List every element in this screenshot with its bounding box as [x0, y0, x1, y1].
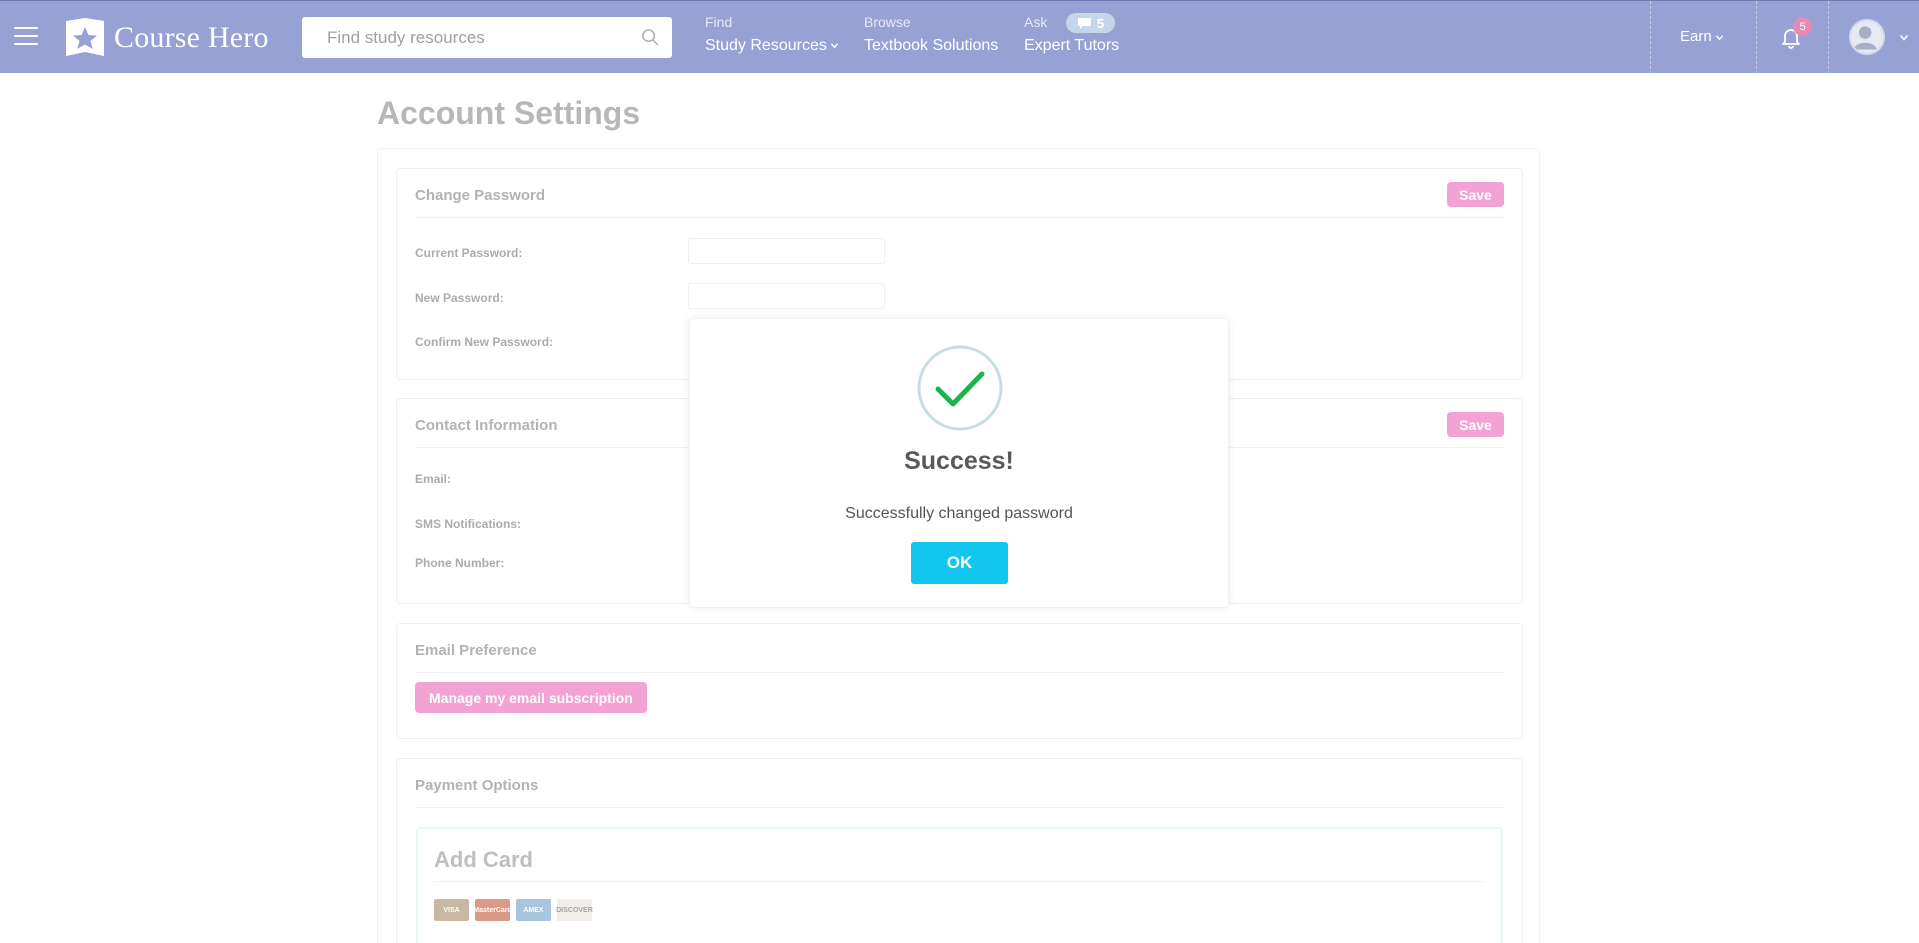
ask-count-badge: 5: [1066, 13, 1115, 33]
nav-textbook-solutions-label: Textbook Solutions: [864, 37, 999, 54]
chevron-down-icon: [1715, 34, 1723, 40]
page: Course Hero Find Study Resources Browse …: [0, 0, 1919, 943]
new-password-label: New Password:: [415, 291, 504, 305]
modal-title: Success!: [904, 447, 1014, 475]
change-password-title: Change Password: [415, 187, 546, 204]
chevron-down-icon: [830, 43, 839, 49]
page-title: Account Settings: [377, 95, 641, 131]
nav-browse-label: Browse: [864, 14, 911, 30]
shield-star-icon: [66, 18, 104, 56]
avatar[interactable]: [1849, 19, 1885, 55]
nav-study-resources[interactable]: Find Study Resources: [705, 14, 839, 55]
card-brand-logos: VISA MasterCard AMEX DISCOVER: [434, 899, 593, 921]
save-contact-button[interactable]: Save: [1447, 412, 1504, 437]
payment-options-section: Payment Options Add Card VISA MasterCard…: [396, 758, 1523, 943]
header-divider: [1828, 1, 1829, 74]
save-password-button[interactable]: Save: [1447, 182, 1504, 207]
search-icon[interactable]: [641, 28, 660, 47]
chat-bubble-icon: [1077, 17, 1091, 29]
logo-text: Course Hero: [114, 21, 269, 54]
visa-card-icon: VISA: [434, 899, 469, 921]
current-password-input[interactable]: [688, 238, 885, 264]
success-modal: Success! Successfully changed password O…: [689, 318, 1229, 608]
search-input[interactable]: [302, 17, 672, 58]
hamburger-menu-icon[interactable]: [14, 27, 38, 47]
section-divider: [415, 672, 1504, 673]
manage-email-subscription-button[interactable]: Manage my email subscription: [415, 682, 647, 713]
check-circle-icon: [917, 345, 1003, 431]
section-divider: [434, 881, 1485, 882]
add-card-title: Add Card: [434, 847, 533, 872]
section-divider: [415, 807, 1504, 808]
nav-textbook-solutions[interactable]: Browse Textbook Solutions: [864, 14, 998, 55]
search-box: [302, 17, 672, 58]
caret-down-icon[interactable]: [1899, 33, 1909, 42]
nav-find-label: Find: [705, 14, 733, 30]
email-preference-section: Email Preference Manage my email subscri…: [396, 623, 1523, 739]
current-password-label: Current Password:: [415, 246, 523, 260]
earn-label: Earn: [1680, 28, 1712, 45]
new-password-input[interactable]: [688, 283, 885, 309]
confirm-password-label: Confirm New Password:: [415, 335, 554, 349]
modal-message: Successfully changed password: [845, 505, 1073, 522]
payment-options-title: Payment Options: [415, 777, 539, 794]
notification-badge: 5: [1793, 17, 1812, 36]
earn-menu[interactable]: Earn: [1680, 28, 1724, 45]
sms-notifications-label: SMS Notifications:: [415, 517, 522, 531]
nav-expert-tutors-label: Expert Tutors: [1024, 37, 1120, 54]
section-divider: [415, 217, 1504, 218]
header-divider: [1650, 1, 1651, 74]
top-navbar: Course Hero Find Study Resources Browse …: [0, 0, 1919, 74]
course-hero-logo[interactable]: Course Hero: [64, 18, 269, 58]
header-divider: [1756, 1, 1757, 74]
ask-count: 5: [1096, 15, 1105, 31]
user-avatar-icon: [1853, 26, 1877, 50]
email-preference-title: Email Preference: [415, 642, 537, 659]
nav-expert-tutors[interactable]: Ask 5 Expert Tutors: [1024, 13, 1120, 55]
contact-information-title: Contact Information: [415, 417, 558, 434]
add-card-panel: Add Card VISA MasterCard AMEX DISCOVER: [416, 827, 1503, 943]
ok-button[interactable]: OK: [911, 542, 1008, 584]
nav-study-resources-label: Study Resources: [705, 37, 827, 54]
phone-number-label: Phone Number:: [415, 556, 505, 570]
discover-card-icon: DISCOVER: [556, 899, 593, 921]
email-label: Email:: [415, 472, 452, 486]
mastercard-card-icon: MasterCard: [473, 899, 512, 921]
amex-card-icon: AMEX: [516, 899, 551, 921]
